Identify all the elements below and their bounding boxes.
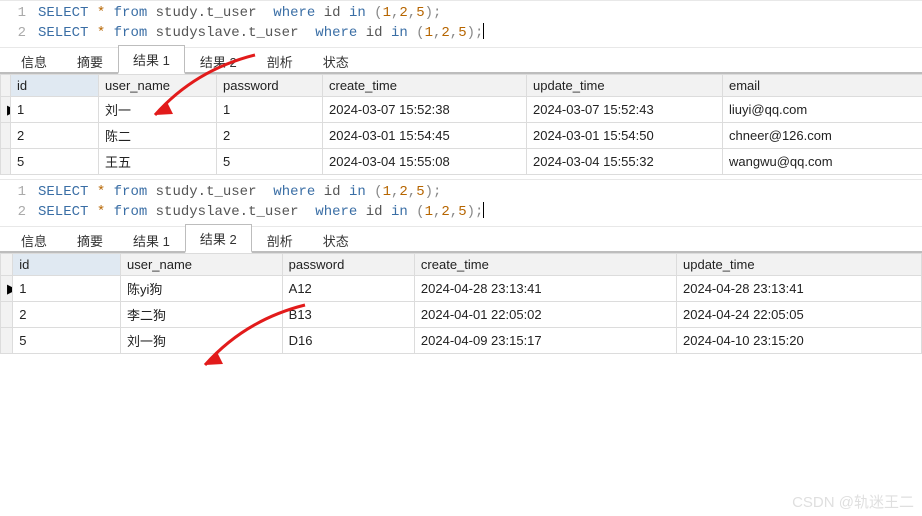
- text-cursor: [483, 23, 484, 39]
- line-number: 2: [0, 202, 38, 222]
- cell-update_time[interactable]: 2024-04-24 22:05:05: [677, 302, 922, 328]
- cell-password[interactable]: 1: [217, 97, 323, 123]
- tab-result1[interactable]: 结果 1: [118, 45, 185, 74]
- sql-editor-2[interactable]: 1SELECT * from study.t_user where id in …: [0, 179, 922, 227]
- col-header-create_time[interactable]: create_time: [414, 254, 676, 276]
- table-row[interactable]: 5王五52024-03-04 15:55:082024-03-04 15:55:…: [1, 149, 922, 175]
- line-number: 1: [0, 182, 38, 202]
- cell-user_name[interactable]: 李二狗: [121, 302, 283, 328]
- cell-id[interactable]: 5: [13, 328, 121, 354]
- text-cursor: [483, 202, 484, 218]
- col-header-password[interactable]: password: [282, 254, 414, 276]
- tab-info[interactable]: 信息: [6, 226, 62, 253]
- grid-corner: [1, 254, 13, 276]
- tab-summary[interactable]: 摘要: [62, 47, 118, 74]
- code[interactable]: SELECT * from study.t_user where id in (…: [38, 182, 441, 202]
- table-row[interactable]: 2陈二22024-03-01 15:54:452024-03-01 15:54:…: [1, 123, 922, 149]
- tabbar-1: 信息 摘要 结果 1 结果 2 剖析 状态: [0, 48, 922, 74]
- cell-create_time[interactable]: 2024-03-01 15:54:45: [323, 123, 527, 149]
- tab-result2[interactable]: 结果 2: [185, 47, 252, 74]
- sql-line[interactable]: 1SELECT * from study.t_user where id in …: [0, 182, 922, 202]
- tab-info[interactable]: 信息: [6, 47, 62, 74]
- sql-line[interactable]: 2SELECT * from studyslave.t_user where i…: [0, 23, 922, 43]
- cell-create_time[interactable]: 2024-03-07 15:52:38: [323, 97, 527, 123]
- result-grid-2[interactable]: id user_name password create_time update…: [0, 253, 922, 354]
- table-row[interactable]: 5刘一狗D162024-04-09 23:15:172024-04-10 23:…: [1, 328, 922, 354]
- cell-user_name[interactable]: 刘一: [99, 97, 217, 123]
- code[interactable]: SELECT * from studyslave.t_user where id…: [38, 202, 484, 222]
- cell-user_name[interactable]: 王五: [99, 149, 217, 175]
- cell-update_time[interactable]: 2024-03-01 15:54:50: [527, 123, 723, 149]
- tab-summary[interactable]: 摘要: [62, 226, 118, 253]
- watermark: CSDN @轨迷王二: [792, 491, 914, 512]
- table-row[interactable]: ▶1陈yi狗A122024-04-28 23:13:412024-04-28 2…: [1, 276, 922, 302]
- col-header-user_name[interactable]: user_name: [99, 75, 217, 97]
- tab-profile[interactable]: 剖析: [252, 47, 308, 74]
- table-row[interactable]: 2李二狗B132024-04-01 22:05:022024-04-24 22:…: [1, 302, 922, 328]
- cell-email[interactable]: chneer@126.com: [723, 123, 922, 149]
- cell-id[interactable]: 2: [13, 302, 121, 328]
- cell-password[interactable]: B13: [282, 302, 414, 328]
- cell-password[interactable]: 2: [217, 123, 323, 149]
- tabbar-2: 信息 摘要 结果 1 结果 2 剖析 状态: [0, 227, 922, 253]
- col-header-password[interactable]: password: [217, 75, 323, 97]
- cell-update_time[interactable]: 2024-04-28 23:13:41: [677, 276, 922, 302]
- cell-user_name[interactable]: 陈yi狗: [121, 276, 283, 302]
- tab-profile[interactable]: 剖析: [252, 226, 308, 253]
- sql-line[interactable]: 2SELECT * from studyslave.t_user where i…: [0, 202, 922, 222]
- row-marker-icon: ▶: [1, 97, 11, 123]
- cell-id[interactable]: 1: [13, 276, 121, 302]
- row-marker-icon: [1, 328, 13, 354]
- cell-id[interactable]: 5: [11, 149, 99, 175]
- cell-password[interactable]: A12: [282, 276, 414, 302]
- cell-update_time[interactable]: 2024-03-04 15:55:32: [527, 149, 723, 175]
- sql-line[interactable]: 1SELECT * from study.t_user where id in …: [0, 3, 922, 23]
- cell-update_time[interactable]: 2024-04-10 23:15:20: [677, 328, 922, 354]
- cell-password[interactable]: D16: [282, 328, 414, 354]
- cell-email[interactable]: liuyi@qq.com: [723, 97, 922, 123]
- col-header-user_name[interactable]: user_name: [121, 254, 283, 276]
- code[interactable]: SELECT * from studyslave.t_user where id…: [38, 23, 484, 43]
- row-marker-icon: [1, 302, 13, 328]
- row-marker-icon: [1, 123, 11, 149]
- sql-editor-1[interactable]: 1SELECT * from study.t_user where id in …: [0, 0, 922, 48]
- col-header-id[interactable]: id: [13, 254, 121, 276]
- cell-create_time[interactable]: 2024-04-01 22:05:02: [414, 302, 676, 328]
- cell-user_name[interactable]: 刘一狗: [121, 328, 283, 354]
- cell-create_time[interactable]: 2024-04-28 23:13:41: [414, 276, 676, 302]
- tab-status[interactable]: 状态: [308, 47, 364, 74]
- panel-top: 1SELECT * from study.t_user where id in …: [0, 0, 922, 175]
- tab-status[interactable]: 状态: [308, 226, 364, 253]
- cell-create_time[interactable]: 2024-04-09 23:15:17: [414, 328, 676, 354]
- cell-id[interactable]: 2: [11, 123, 99, 149]
- panel-bottom: 1SELECT * from study.t_user where id in …: [0, 179, 922, 354]
- tab-result1[interactable]: 结果 1: [118, 226, 185, 253]
- cell-update_time[interactable]: 2024-03-07 15:52:43: [527, 97, 723, 123]
- cell-id[interactable]: 1: [11, 97, 99, 123]
- row-marker-icon: ▶: [1, 276, 13, 302]
- line-number: 2: [0, 23, 38, 43]
- col-header-update_time[interactable]: update_time: [677, 254, 922, 276]
- cell-password[interactable]: 5: [217, 149, 323, 175]
- row-marker-icon: [1, 149, 11, 175]
- col-header-email[interactable]: email: [723, 75, 922, 97]
- col-header-update_time[interactable]: update_time: [527, 75, 723, 97]
- col-header-id[interactable]: id: [11, 75, 99, 97]
- line-number: 1: [0, 3, 38, 23]
- table-row[interactable]: ▶1刘一12024-03-07 15:52:382024-03-07 15:52…: [1, 97, 922, 123]
- code[interactable]: SELECT * from study.t_user where id in (…: [38, 3, 441, 23]
- cell-email[interactable]: wangwu@qq.com: [723, 149, 922, 175]
- col-header-create_time[interactable]: create_time: [323, 75, 527, 97]
- tab-result2[interactable]: 结果 2: [185, 224, 252, 253]
- cell-user_name[interactable]: 陈二: [99, 123, 217, 149]
- cell-create_time[interactable]: 2024-03-04 15:55:08: [323, 149, 527, 175]
- grid-corner: [1, 75, 11, 97]
- result-grid-1[interactable]: id user_name password create_time update…: [0, 74, 922, 175]
